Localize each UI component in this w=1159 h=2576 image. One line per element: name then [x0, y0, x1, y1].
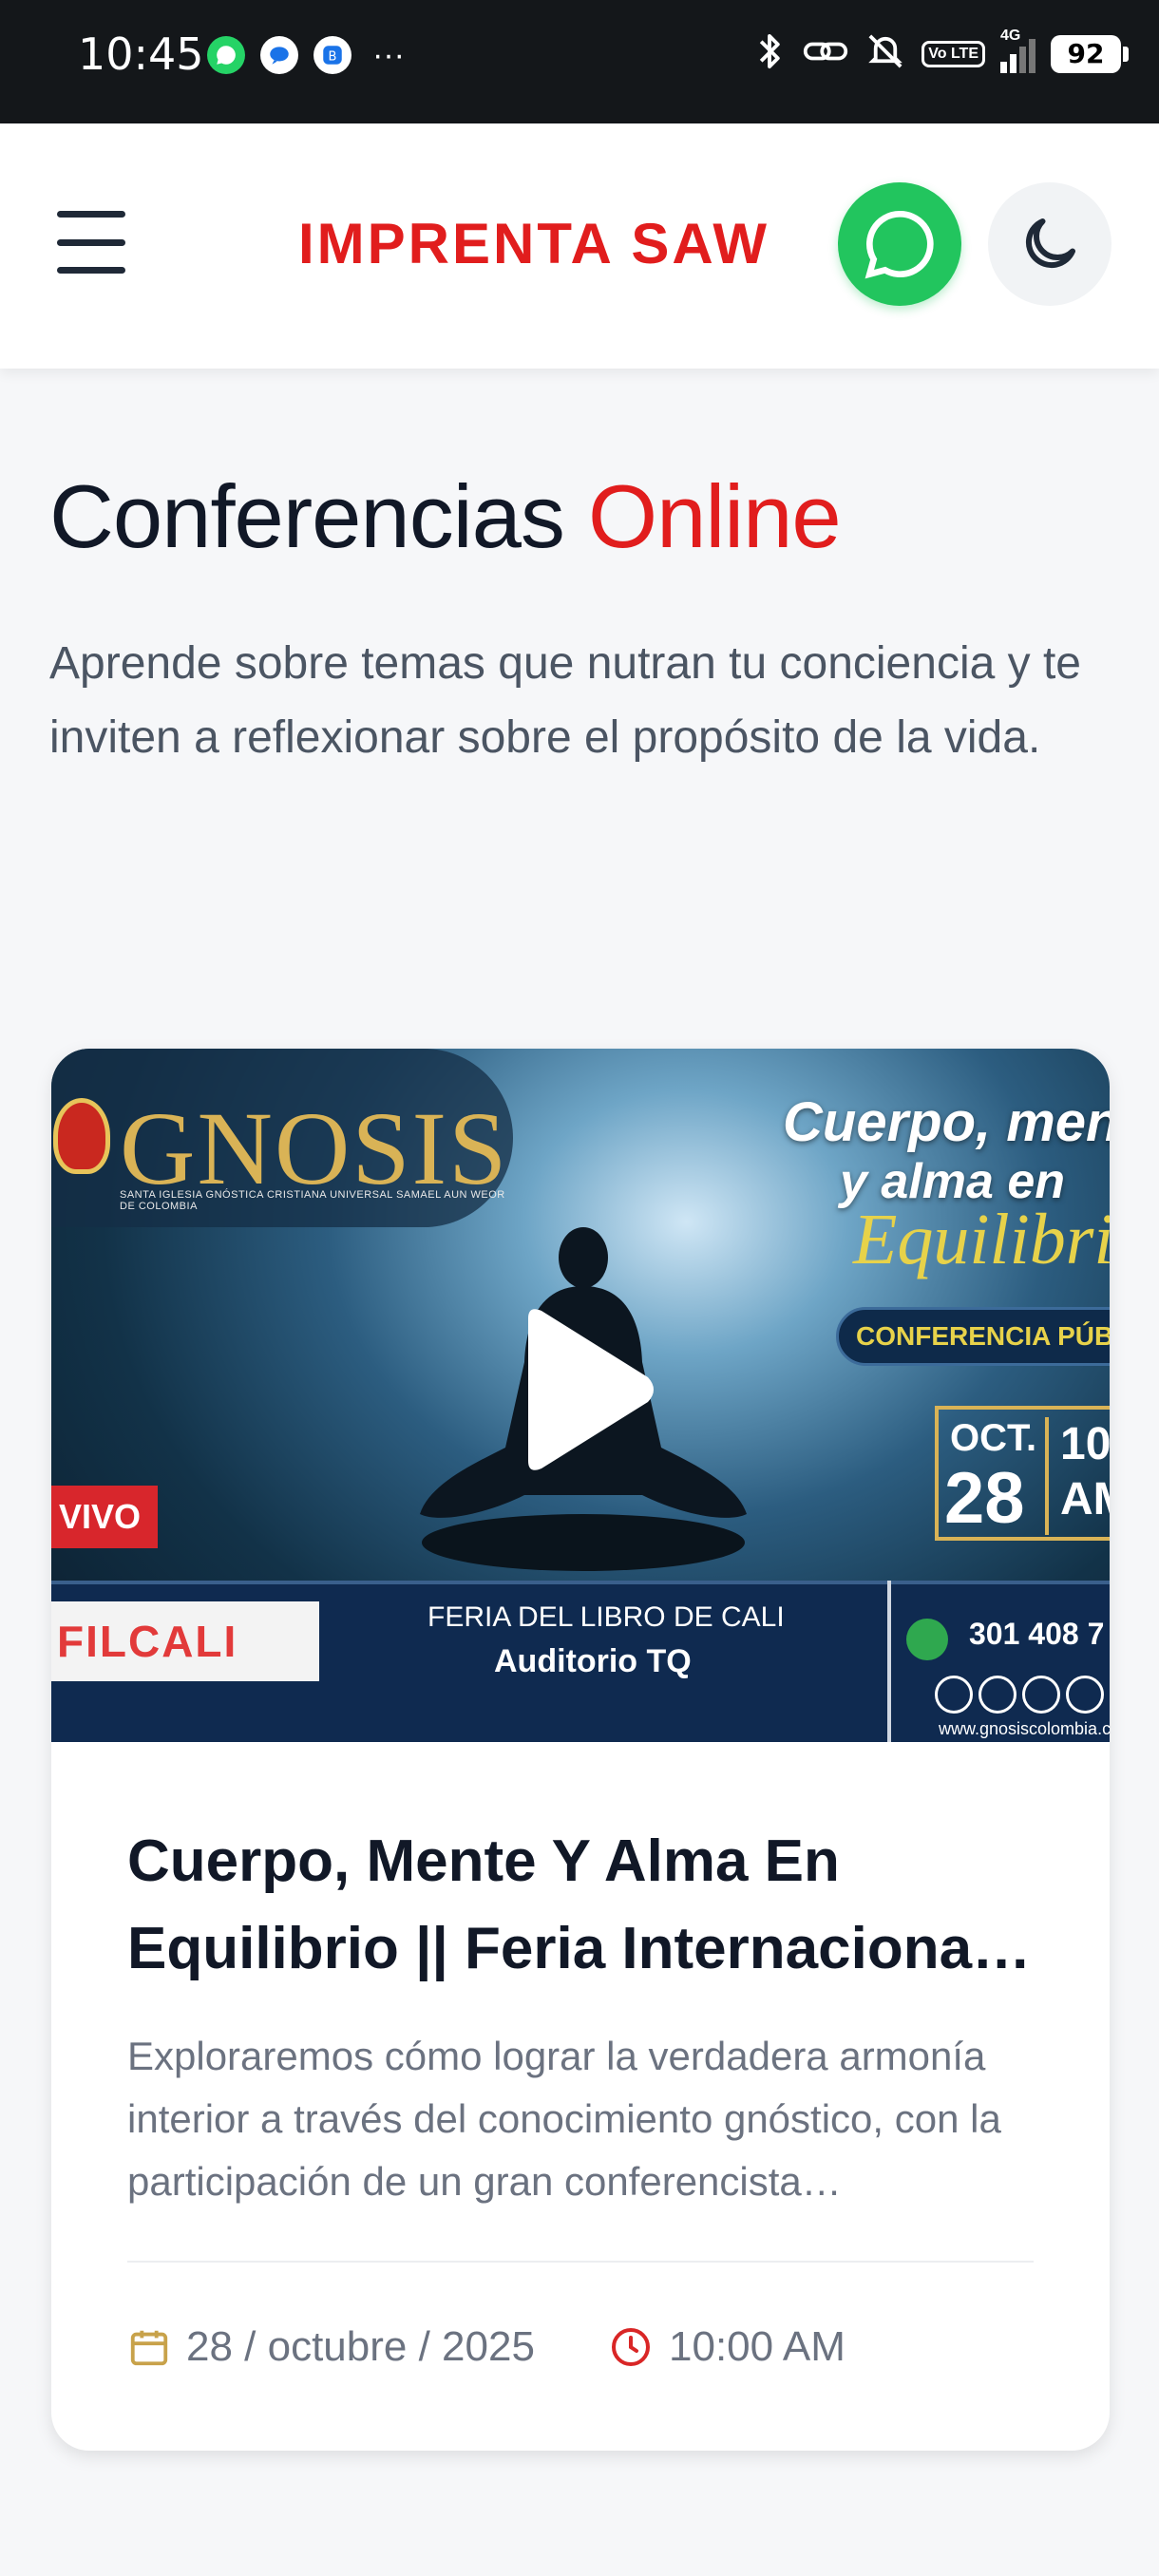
- app-header: IMPRENTA SAW: [0, 123, 1159, 369]
- hamburger-menu-icon[interactable]: [57, 211, 125, 274]
- calendar-icon: [130, 2330, 168, 2366]
- live-badge: VIVO: [51, 1486, 158, 1548]
- thumbnail-day: 28: [944, 1458, 1025, 1539]
- theme-toggle-button[interactable]: [988, 182, 1112, 306]
- network-type: 4G: [1000, 27, 1021, 44]
- gnosis-subtitle: SANTA IGLESIA GNÓSTICA CRISTIANA UNIVERS…: [120, 1189, 505, 1212]
- volte-icon: Vo LTE: [922, 40, 985, 67]
- whatsapp-notification-icon: [207, 36, 245, 74]
- gnosis-logo-banner: GNOSIS SANTA IGLESIA GNÓSTICA CRISTIANA …: [51, 1049, 513, 1227]
- instagram-icon: [1022, 1676, 1060, 1714]
- date-separator: [1045, 1417, 1049, 1535]
- page-description: Aprende sobre temas que nutran tu concie…: [49, 638, 1081, 763]
- filcali-logo: FILCALI: [51, 1601, 319, 1681]
- bluetooth-icon: [752, 30, 787, 77]
- thumbnail-website: www.gnosiscolombia.c: [939, 1719, 1110, 1738]
- facebook-icon: [978, 1676, 1016, 1714]
- event-date-text: 28 / octubre / 2025: [186, 2323, 535, 2370]
- play-icon[interactable]: [500, 1299, 661, 1480]
- conference-card[interactable]: GNOSIS SANTA IGLESIA GNÓSTICA CRISTIANA …: [51, 1049, 1110, 2451]
- svg-text:B: B: [329, 49, 337, 64]
- clock-icon: [612, 2328, 650, 2366]
- video-thumbnail[interactable]: GNOSIS SANTA IGLESIA GNÓSTICA CRISTIANA …: [51, 1049, 1110, 1742]
- thumbnail-headline-3: Equilibrio: [853, 1200, 1110, 1279]
- messages-notification-icon: [260, 36, 298, 74]
- brand-logo[interactable]: IMPRENTA SAW: [298, 211, 770, 276]
- thumbnail-month: OCT.: [950, 1417, 1037, 1459]
- whatsapp-icon: [864, 210, 934, 279]
- mute-icon: [864, 30, 906, 77]
- card-divider: [127, 2261, 1034, 2263]
- thumbnail-badge: CONFERENCIA PÚB: [836, 1307, 1110, 1366]
- footer-divider: [887, 1581, 891, 1742]
- moon-icon: [1025, 218, 1075, 269]
- signal-icon: 4G: [1000, 28, 1036, 73]
- app-notification-icon: B: [314, 36, 352, 74]
- notification-icons: B ···: [207, 36, 405, 74]
- status-time: 10:45: [78, 28, 204, 80]
- gnosis-emblem-icon: [53, 1098, 110, 1174]
- battery-indicator: 92: [1051, 34, 1129, 73]
- whatsapp-mini-icon: [906, 1619, 948, 1660]
- system-icons: Vo LTE 4G 92: [752, 28, 1129, 77]
- card-description: Exploraremos cómo lograr la verdadera ar…: [127, 2034, 1001, 2204]
- card-title[interactable]: Cuerpo, Mente Y Alma En Equilibrio || Fe…: [127, 1818, 1039, 1993]
- fair-name: FERIA DEL LIBRO DE CALI: [428, 1601, 785, 1633]
- page-title-main: Conferencias: [49, 466, 565, 566]
- thumbnail-phone: 301 408 7: [969, 1617, 1105, 1651]
- social-icons: [935, 1676, 1104, 1714]
- twitter-icon: [935, 1676, 973, 1714]
- event-date: 28 / octubre / 2025: [127, 2323, 535, 2371]
- page-title: Conferencias Online: [49, 465, 842, 568]
- link-icon: [802, 32, 849, 75]
- thumbnail-date-box: OCT. 28 10 AM: [935, 1406, 1110, 1541]
- event-time-text: 10:00 AM: [669, 2323, 846, 2370]
- thumbnail-headline-1: Cuerpo, ment: [783, 1091, 1110, 1153]
- whatsapp-button[interactable]: [838, 182, 961, 306]
- more-notifications-icon: ···: [372, 37, 405, 73]
- status-bar: 10:45 B ··· Vo LTE 4G 92: [0, 0, 1159, 123]
- page-title-accent: Online: [587, 466, 842, 566]
- youtube-icon: [1066, 1676, 1104, 1714]
- event-time: 10:00 AM: [608, 2323, 846, 2371]
- thumbnail-time: 10 AM: [1060, 1419, 1110, 1525]
- fair-venue: Auditorio TQ: [494, 1643, 692, 1679]
